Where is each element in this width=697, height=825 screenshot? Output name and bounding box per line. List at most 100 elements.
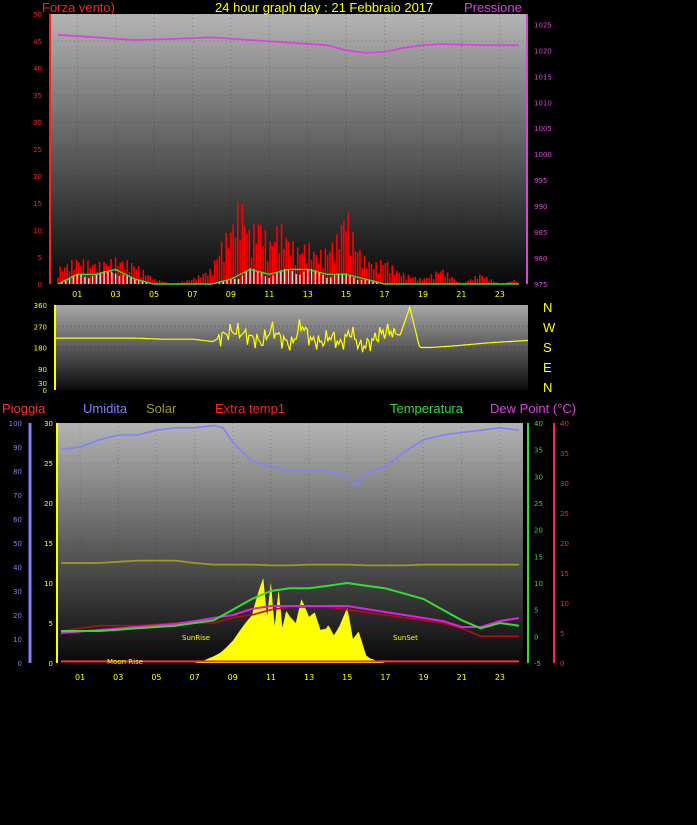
p3-temp-tick: 5	[534, 607, 538, 615]
p3-dew-tick: 5	[560, 630, 564, 638]
weather-graph: 0510152025303540455097598098599099510001…	[2, 0, 576, 682]
p3-temp-tick: 30	[534, 473, 543, 481]
p3-temp-tick: 35	[534, 447, 543, 455]
p3-rain-tick: 0	[49, 660, 53, 668]
sunset-label: SunSet	[393, 634, 418, 642]
p3-temp-tick: 25	[534, 500, 543, 508]
p1-x-tick: 09	[226, 290, 236, 299]
p3-rain-tick: 30	[44, 420, 53, 428]
p1-left-tick: 35	[33, 92, 42, 100]
moonrise-label: Moon Rise	[107, 658, 143, 666]
p3-temp-tick: 0	[534, 633, 538, 641]
p3-dew-tick: 30	[560, 480, 569, 488]
p3-hum-tick: 60	[13, 516, 22, 524]
p3-rain-tick: 10	[44, 580, 53, 588]
p3-dew-tick: 40	[560, 420, 569, 428]
p3-hum-tick: 90	[13, 444, 22, 452]
p3-hum-tick: 20	[13, 612, 22, 620]
p3-x-tick: 07	[189, 673, 199, 682]
compass-e: E	[543, 360, 552, 375]
p3-rain-tick: 20	[44, 500, 53, 508]
legend-rain: Pioggia	[2, 401, 46, 416]
p1-left-tick: 10	[33, 227, 42, 235]
p1-right-tick: 985	[534, 229, 547, 237]
p1-right-tick: 1015	[534, 73, 552, 81]
p3-hum-tick: 30	[13, 588, 22, 596]
p1-left-tick: 20	[33, 173, 42, 181]
p3-temp-tick: 15	[534, 553, 543, 561]
p1-x-tick: 11	[264, 290, 274, 299]
p3-x-tick: 19	[418, 673, 428, 682]
compass-n-top: N	[543, 300, 552, 315]
p1-x-tick: 03	[111, 290, 121, 299]
left-axis-label: Forza vento)	[42, 0, 115, 15]
p1-x-tick: 13	[303, 290, 313, 299]
p3-dew-tick: 35	[560, 450, 569, 458]
p3-x-tick: 09	[228, 673, 238, 682]
p2-left-tick: 90	[38, 366, 47, 374]
p2-left-tick: 0	[43, 387, 47, 395]
p3-hum-tick: 10	[13, 636, 22, 644]
p3-dew-tick: 0	[560, 660, 564, 668]
p3-hum-tick: 0	[18, 660, 22, 668]
p2-left-tick: 180	[34, 345, 47, 353]
p1-x-tick: 05	[149, 290, 159, 299]
p3-rain-tick: 5	[49, 620, 53, 628]
p3-hum-tick: 100	[9, 420, 22, 428]
p3-x-tick: 21	[457, 673, 467, 682]
p1-x-tick: 17	[379, 290, 389, 299]
p2-left-tick: 30	[38, 380, 47, 388]
p3-temp-tick: 10	[534, 580, 543, 588]
p1-left-tick: 5	[38, 254, 42, 262]
p3-rain-tick: 25	[44, 460, 53, 468]
p1-x-tick: 19	[418, 290, 428, 299]
p3-x-tick: 23	[495, 673, 505, 682]
p3-temp-tick: 40	[534, 420, 543, 428]
right-axis-label: Pressione	[464, 0, 522, 15]
p1-right-tick: 1020	[534, 47, 552, 55]
legend-dew: Dew Point (°C)	[490, 401, 576, 416]
p3-dew-tick: 20	[560, 540, 569, 548]
legend-extra: Extra temp1	[215, 401, 285, 416]
p3-x-tick: 01	[75, 673, 85, 682]
p1-left-tick: 30	[33, 119, 42, 127]
p1-right-tick: 1010	[534, 99, 552, 107]
p3-x-tick: 03	[113, 673, 123, 682]
p3-dew-tick: 10	[560, 600, 569, 608]
p1-right-tick: 990	[534, 203, 547, 211]
p3-temp-tick: 20	[534, 527, 543, 535]
p1-right-tick: 1025	[534, 21, 552, 29]
p2-left-tick: 270	[34, 323, 47, 331]
compass-s: S	[543, 340, 552, 355]
sunrise-label: SunRise	[182, 634, 210, 642]
compass-n-bottom: N	[543, 380, 552, 395]
chart-title: 24 hour graph day : 21 Febbraio 2017	[215, 0, 433, 15]
p1-x-tick: 01	[72, 290, 82, 299]
p3-x-tick: 05	[151, 673, 161, 682]
p1-right-tick: 995	[534, 177, 547, 185]
p3-hum-tick: 80	[13, 468, 22, 476]
p1-right-tick: 1005	[534, 125, 552, 133]
p1-right-tick: 975	[534, 281, 547, 289]
p3-x-tick: 15	[342, 673, 352, 682]
legend-temp: Temperatura	[390, 401, 464, 416]
p1-left-tick: 15	[33, 200, 42, 208]
p1-left-tick: 25	[33, 146, 42, 154]
p1-x-tick: 23	[495, 290, 505, 299]
p1-left-tick: 40	[33, 65, 42, 73]
p1-right-tick: 1000	[534, 151, 552, 159]
p3-x-tick: 13	[304, 673, 314, 682]
p2-left-tick: 360	[34, 302, 47, 310]
p1-x-tick: 15	[341, 290, 351, 299]
p1-right-tick: 980	[534, 255, 547, 263]
p3-hum-tick: 50	[13, 540, 22, 548]
p3-rain-tick: 15	[44, 540, 53, 548]
p3-hum-tick: 70	[13, 492, 22, 500]
p3-x-tick: 17	[380, 673, 390, 682]
p1-x-tick: 07	[187, 290, 197, 299]
p3-temp-tick: -5	[534, 660, 541, 668]
p3-x-tick: 11	[266, 673, 276, 682]
compass-w: W	[543, 320, 556, 335]
p3-dew-tick: 15	[560, 570, 569, 578]
legend-humidity: Umidita	[83, 401, 128, 416]
